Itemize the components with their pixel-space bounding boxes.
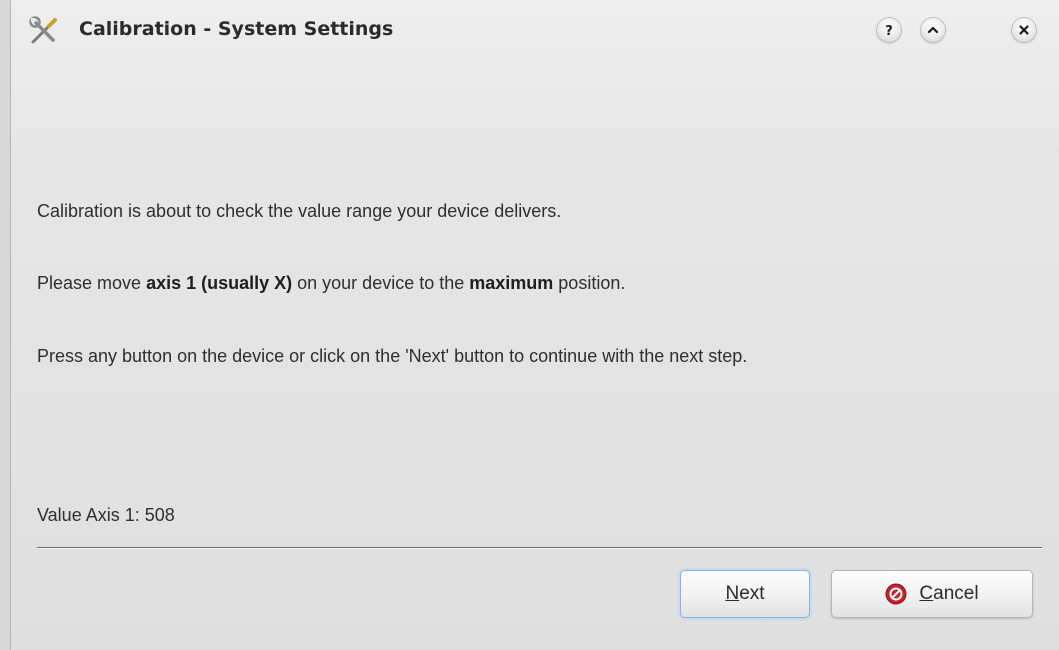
target-position: maximum <box>469 273 554 293</box>
separator <box>37 547 1042 549</box>
axis-name: axis 1 (usually X) <box>146 273 293 293</box>
cancel-icon <box>885 583 907 605</box>
intro-text: Calibration is about to check the value … <box>37 201 562 221</box>
cancel-label-rest: ancel <box>933 583 979 604</box>
instruction-part3: position. <box>553 273 626 293</box>
cancel-button-label: Cancel <box>919 583 978 605</box>
next-label-rest: ext <box>739 583 765 604</box>
instruction-text: Please move axis 1 (usually X) on your d… <box>37 273 625 294</box>
minimize-button[interactable] <box>921 18 945 42</box>
instruction-part2: on your device to the <box>292 273 470 293</box>
next-button-label: Next <box>725 583 764 605</box>
chevron-up-icon <box>927 26 939 34</box>
close-button[interactable] <box>1012 18 1036 42</box>
axis-value: 508 <box>144 505 175 525</box>
instruction-part1: Please move <box>37 273 147 293</box>
tools-icon <box>29 16 57 44</box>
cancel-mnemonic: C <box>919 583 934 604</box>
question-icon: ? <box>885 24 893 37</box>
continue-hint-text: Press any button on the device or click … <box>37 346 748 366</box>
axis-value-label: Value Axis 1: <box>37 505 140 525</box>
cancel-button[interactable]: Cancel <box>831 570 1033 618</box>
svg-text:?: ? <box>885 24 893 37</box>
next-mnemonic: N <box>725 583 740 604</box>
axis-value-readout: Value Axis 1: 508 <box>37 505 175 526</box>
help-button[interactable]: ? <box>877 18 901 42</box>
calibration-dialog: Calibration - System Settings ? Calibrat… <box>10 0 1059 650</box>
titlebar[interactable]: Calibration - System Settings ? <box>11 0 1059 60</box>
next-button[interactable]: Next <box>680 570 810 618</box>
window-title: Calibration - System Settings <box>79 18 394 40</box>
close-icon <box>1019 25 1029 35</box>
